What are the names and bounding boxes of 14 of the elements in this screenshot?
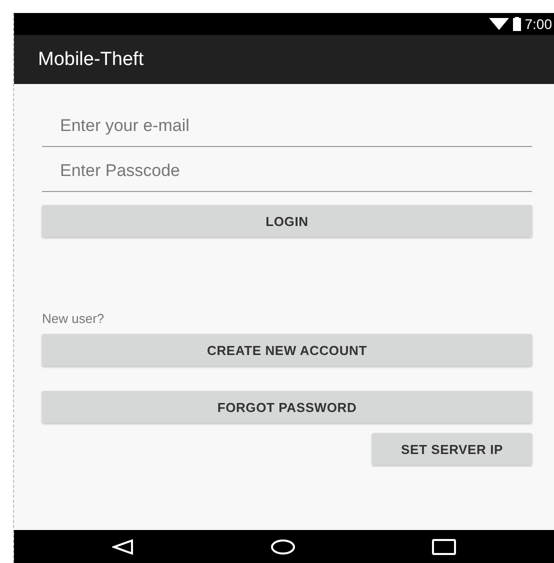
login-button[interactable]: LOGIN	[42, 205, 532, 237]
wifi-icon	[488, 18, 509, 30]
email-field[interactable]: Enter your e-mail	[42, 106, 532, 147]
home-icon[interactable]	[270, 538, 296, 554]
action-button[interactable]: CREATE NEW ACCOUNT	[42, 334, 532, 366]
passcode-field[interactable]: Enter Passcode	[42, 151, 532, 192]
new-user-label: New user?	[42, 311, 106, 326]
app-title: Mobile-Theft	[38, 48, 144, 70]
action-button[interactable]: FORGOT PASSWORD	[42, 391, 532, 423]
action-button[interactable]: SET SERVER IP	[372, 433, 532, 465]
back-icon[interactable]	[112, 538, 134, 554]
status-time: 7:00	[524, 16, 552, 32]
battery-icon	[512, 17, 521, 31]
recents-icon[interactable]	[432, 538, 456, 554]
